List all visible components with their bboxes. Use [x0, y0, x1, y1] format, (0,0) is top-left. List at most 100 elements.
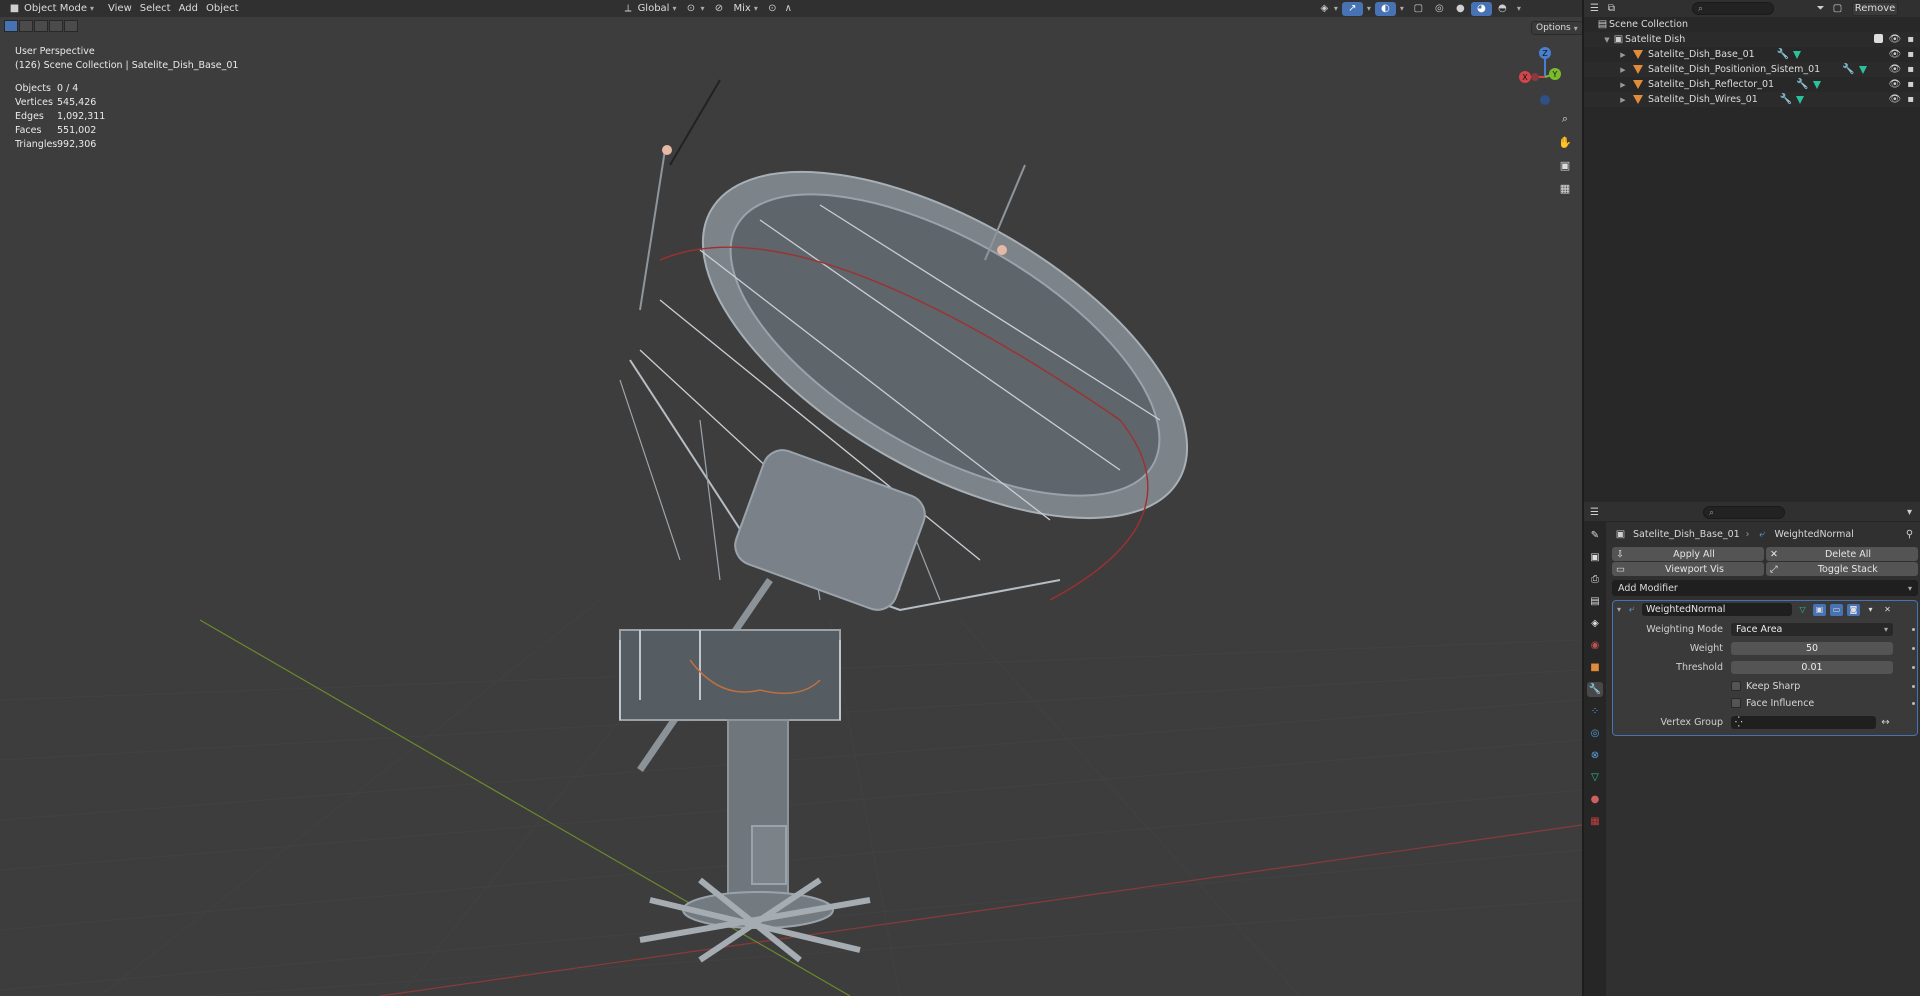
eye-icon[interactable]: 👁 [1889, 34, 1902, 45]
select-extend-icon[interactable] [19, 20, 33, 32]
new-collection-icon[interactable]: ▢ [1831, 2, 1844, 15]
menu-object[interactable]: Object [202, 2, 243, 16]
collapse-chevron-icon[interactable]: ▾ [1617, 605, 1621, 614]
expand-icon[interactable]: ▶ [1618, 51, 1628, 59]
render-tab-icon[interactable]: ▣ [1587, 550, 1603, 565]
world-tab-icon[interactable]: ◉ [1587, 638, 1603, 653]
3d-viewport[interactable]: ■ Object Mode ▾ View Select Add Object ⟂… [0, 0, 1582, 996]
show-gizmo[interactable]: ↗ [1341, 1, 1363, 16]
ortho-grid-icon[interactable]: ▦ [1556, 179, 1574, 197]
data-tab-icon[interactable]: ▽ [1587, 770, 1603, 785]
edit-mode-cage-icon[interactable]: ▽ [1796, 604, 1809, 616]
add-modifier-dropdown[interactable]: Add Modifier ▾ [1612, 580, 1918, 596]
camera-icon[interactable]: ▪ [1907, 34, 1914, 45]
mesh-data-icon[interactable] [1812, 80, 1821, 89]
select-box-icon[interactable] [4, 20, 18, 32]
modifier-wrench-icon[interactable]: 🔧 [1796, 79, 1808, 90]
edit-mode-icon[interactable]: ▣ [1813, 603, 1827, 616]
weight-slider[interactable]: 50 [1731, 641, 1893, 655]
snap-mode[interactable]: Mix ▾ [730, 2, 762, 16]
toggle-stack-button[interactable]: ⤢ Toggle Stack [1766, 562, 1918, 576]
overlays-dropdown[interactable]: ▾ [1396, 2, 1408, 16]
render-camera-icon[interactable]: ◙ [1847, 603, 1861, 616]
pin-icon[interactable]: ⚲ [1903, 528, 1916, 541]
snap-toggle[interactable]: ⊘ [709, 2, 730, 16]
show-overlays[interactable]: ◐ [1374, 1, 1396, 16]
outliner-object-row[interactable]: ▶ Satelite_Dish_Base_01 🔧 👁 ▪ [1584, 47, 1920, 62]
realtime-display-icon[interactable]: ▭ [1830, 603, 1844, 616]
eye-icon[interactable]: 👁 [1889, 79, 1902, 90]
keyframe-dot-icon[interactable] [1912, 665, 1915, 669]
constraints-tab-icon[interactable]: ⊗ [1587, 748, 1603, 763]
keyframe-dot-icon[interactable] [1912, 627, 1915, 631]
shading-solid[interactable]: ● [1450, 2, 1471, 16]
remove-button[interactable]: Remove [1852, 1, 1898, 16]
camera-icon[interactable]: ▪ [1907, 64, 1914, 75]
particles-tab-icon[interactable]: ⁘ [1587, 704, 1603, 719]
keyframe-dot-icon[interactable] [1912, 701, 1915, 705]
xray-toggle[interactable]: ▢ [1408, 2, 1429, 16]
pivot-point[interactable]: ⊙ ▾ [680, 2, 708, 16]
expand-icon[interactable]: ▼ [1602, 36, 1612, 44]
output-tab-icon[interactable]: ⎙ [1587, 572, 1603, 587]
viewport-vis-button[interactable]: ▭ Viewport Vis [1612, 562, 1764, 576]
select-invert-icon[interactable] [64, 20, 78, 32]
chevron-down-icon[interactable]: ▾ [1864, 604, 1877, 616]
chevron-down-icon[interactable]: ▾ [1903, 506, 1916, 519]
gizmo-dropdown[interactable]: ▾ [1363, 2, 1375, 16]
view-layer-tab-icon[interactable]: ▤ [1587, 594, 1603, 609]
threshold-slider[interactable]: 0.01 [1731, 660, 1893, 674]
collection-row[interactable]: ▼ ▣ Satelite Dish 👁 ▪ [1584, 32, 1920, 47]
weighting-mode-select[interactable]: Face Area ▾ [1731, 622, 1893, 636]
display-mode-icon[interactable]: ⧉ [1605, 2, 1618, 15]
shading-wireframe[interactable]: ◎ [1429, 2, 1450, 16]
mesh-data-icon[interactable] [1793, 50, 1802, 59]
menu-view[interactable]: View [104, 2, 136, 16]
expand-icon[interactable]: ▶ [1618, 96, 1628, 104]
mode-selector[interactable]: ■ Object Mode ▾ [4, 2, 98, 16]
mesh-data-icon[interactable] [1858, 65, 1867, 74]
modifier-name-field[interactable]: WeightedNormal [1642, 603, 1793, 616]
zoom-icon[interactable]: ⌕ [1556, 110, 1574, 128]
shading-dropdown[interactable]: ▾ [1513, 2, 1525, 16]
expand-icon[interactable]: ▶ [1618, 66, 1628, 74]
pan-hand-icon[interactable]: ✋ [1556, 133, 1574, 151]
outliner-search-input[interactable]: ⌕ [1692, 2, 1774, 15]
exclude-checkbox[interactable] [1873, 34, 1883, 43]
eye-icon[interactable]: 👁 [1889, 64, 1902, 75]
texture-tab-icon[interactable]: ▦ [1587, 814, 1603, 829]
expand-icon[interactable]: ▶ [1618, 81, 1628, 89]
outliner-object-row[interactable]: ▶ Satelite_Dish_Reflector_01 🔧 👁 ▪ [1584, 77, 1920, 92]
modifier-tab-icon[interactable]: 🔧 [1587, 682, 1603, 697]
face-influence-checkbox[interactable] [1731, 698, 1741, 708]
shading-material[interactable]: ◕ [1470, 1, 1492, 16]
close-icon[interactable]: ✕ [1881, 604, 1894, 616]
select-subtract-icon[interactable] [34, 20, 48, 32]
modifier-wrench-icon[interactable]: 🔧 [1780, 94, 1792, 105]
menu-add[interactable]: Add [175, 2, 202, 16]
eye-icon[interactable]: 👁 [1889, 49, 1902, 60]
modifier-wrench-icon[interactable]: 🔧 [1842, 64, 1854, 75]
menu-select[interactable]: Select [136, 2, 175, 16]
keyframe-dot-icon[interactable] [1912, 684, 1915, 688]
delete-all-button[interactable]: ✕ Delete All [1766, 547, 1918, 561]
tool-tab-icon[interactable]: ✎ [1587, 528, 1603, 543]
material-tab-icon[interactable]: ● [1587, 792, 1603, 807]
options-button[interactable]: Options ▾ [1531, 21, 1582, 35]
transform-orientation[interactable]: ⟂ Global ▾ [618, 2, 681, 16]
keep-sharp-checkbox[interactable] [1731, 681, 1741, 691]
editor-type-icon[interactable]: ☰ [1588, 506, 1601, 519]
gizmo-visibility[interactable]: ◈ ▾ [1314, 2, 1342, 16]
camera-icon[interactable]: ▪ [1907, 79, 1914, 90]
object-tab-icon[interactable]: ■ [1587, 660, 1603, 675]
navigation-gizmo[interactable]: Z Y X [1510, 44, 1570, 114]
editor-type-icon[interactable]: ☰ [1588, 2, 1601, 15]
physics-tab-icon[interactable]: ◎ [1587, 726, 1603, 741]
invert-arrows-icon[interactable]: ↔ [1879, 716, 1892, 729]
scene-collection-row[interactable]: ▤ Scene Collection [1584, 17, 1920, 32]
eye-icon[interactable]: 👁 [1889, 94, 1902, 105]
properties-search-input[interactable]: ⌕ [1703, 506, 1785, 519]
camera-view-icon[interactable]: ▣ [1556, 156, 1574, 174]
mesh-data-icon[interactable] [1796, 95, 1805, 104]
modifier-wrench-icon[interactable]: 🔧 [1777, 49, 1789, 60]
